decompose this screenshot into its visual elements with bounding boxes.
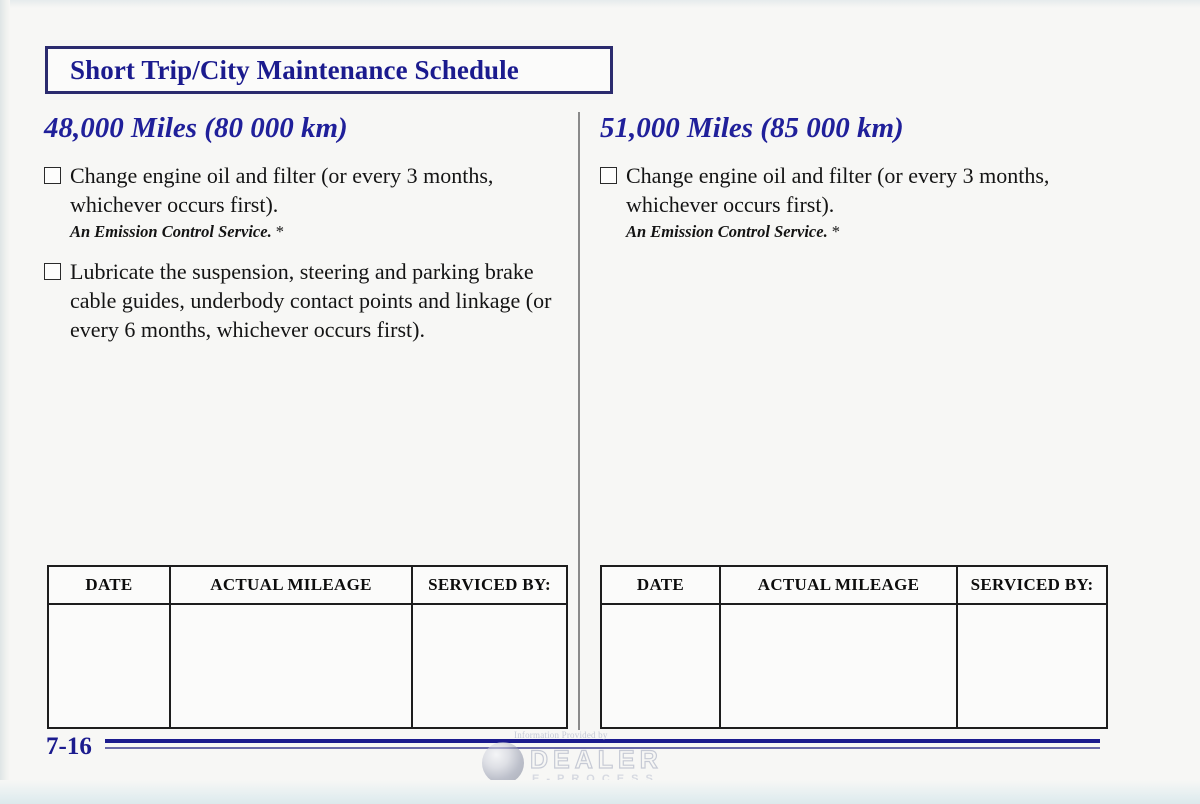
footer-rule-thick — [105, 739, 1100, 743]
footer-rule-thin — [105, 747, 1100, 749]
checkbox-icon[interactable] — [44, 167, 61, 184]
table-row — [47, 603, 568, 729]
task-text: Change engine oil and filter (or every 3… — [626, 163, 1050, 217]
document-page: Short Trip/City Maintenance Schedule 48,… — [0, 0, 1200, 804]
service-record-table-51000: DATE ACTUAL MILEAGE SERVICED BY: — [600, 565, 1108, 729]
task-list: Change engine oil and filter (or every 3… — [44, 161, 564, 344]
cell-serviced-by[interactable] — [411, 603, 568, 729]
cell-actual-mileage[interactable] — [719, 603, 958, 729]
task-text: Change engine oil and filter (or every 3… — [70, 163, 494, 217]
checkbox-icon[interactable] — [600, 167, 617, 184]
task-note-text: An Emission Control Service. — [626, 222, 828, 241]
table-body — [600, 603, 1108, 729]
column-header-actual-mileage: ACTUAL MILEAGE — [719, 565, 958, 605]
task-item[interactable]: Change engine oil and filter (or every 3… — [600, 161, 1120, 244]
column-header-date: DATE — [600, 565, 721, 605]
table-row — [600, 603, 1108, 729]
column-header-date: DATE — [47, 565, 171, 605]
task-item[interactable]: Lubricate the suspension, steering and p… — [44, 257, 564, 344]
page-title: Short Trip/City Maintenance Schedule — [70, 54, 519, 85]
watermark-subbrand: E-PROCESS — [532, 773, 660, 785]
cell-date[interactable] — [47, 603, 171, 729]
scan-edge-top — [0, 0, 1200, 8]
footnote-marker: * — [831, 222, 840, 241]
footer-rule — [105, 739, 1100, 750]
task-list: Change engine oil and filter (or every 3… — [600, 161, 1120, 244]
task-item[interactable]: Change engine oil and filter (or every 3… — [44, 161, 564, 244]
footnote-marker: * — [275, 222, 284, 241]
cell-actual-mileage[interactable] — [169, 603, 413, 729]
task-text: Lubricate the suspension, steering and p… — [70, 259, 552, 342]
task-note-text: An Emission Control Service. — [70, 222, 272, 241]
column-header-actual-mileage: ACTUAL MILEAGE — [169, 565, 413, 605]
service-record-table-48000: DATE ACTUAL MILEAGE SERVICED BY: — [47, 565, 568, 729]
table-head: DATE ACTUAL MILEAGE SERVICED BY: — [600, 565, 1108, 605]
table-body — [47, 603, 568, 729]
task-note: An Emission Control Service. * — [626, 220, 1120, 244]
column-header-serviced-by: SERVICED BY: — [956, 565, 1108, 605]
scan-edge-bottom — [0, 780, 1200, 804]
checkbox-icon[interactable] — [44, 263, 61, 280]
mileage-heading: 48,000 Miles (80 000 km) — [44, 112, 348, 144]
task-body: Change engine oil and filter (or every 3… — [626, 161, 1120, 244]
page-number: 7-16 — [46, 733, 92, 760]
table-header-row: DATE ACTUAL MILEAGE SERVICED BY: — [47, 565, 568, 605]
schedule-title-box: Short Trip/City Maintenance Schedule — [45, 46, 613, 94]
column-header-serviced-by: SERVICED BY: — [411, 565, 568, 605]
table-head: DATE ACTUAL MILEAGE SERVICED BY: — [47, 565, 568, 605]
scan-edge-left — [0, 0, 10, 804]
mileage-heading: 51,000 Miles (85 000 km) — [600, 112, 904, 144]
task-note: An Emission Control Service. * — [70, 220, 564, 244]
cell-serviced-by[interactable] — [956, 603, 1108, 729]
column-divider — [578, 112, 580, 730]
task-body: Change engine oil and filter (or every 3… — [70, 161, 564, 244]
schedule-column-48000: 48,000 Miles (80 000 km) Change engine o… — [44, 112, 564, 357]
schedule-column-51000: 51,000 Miles (85 000 km) Change engine o… — [600, 112, 1120, 257]
task-body: Lubricate the suspension, steering and p… — [70, 257, 564, 344]
table-header-row: DATE ACTUAL MILEAGE SERVICED BY: — [600, 565, 1108, 605]
watermark-brand: DEALER — [529, 745, 663, 774]
cell-date[interactable] — [600, 603, 721, 729]
